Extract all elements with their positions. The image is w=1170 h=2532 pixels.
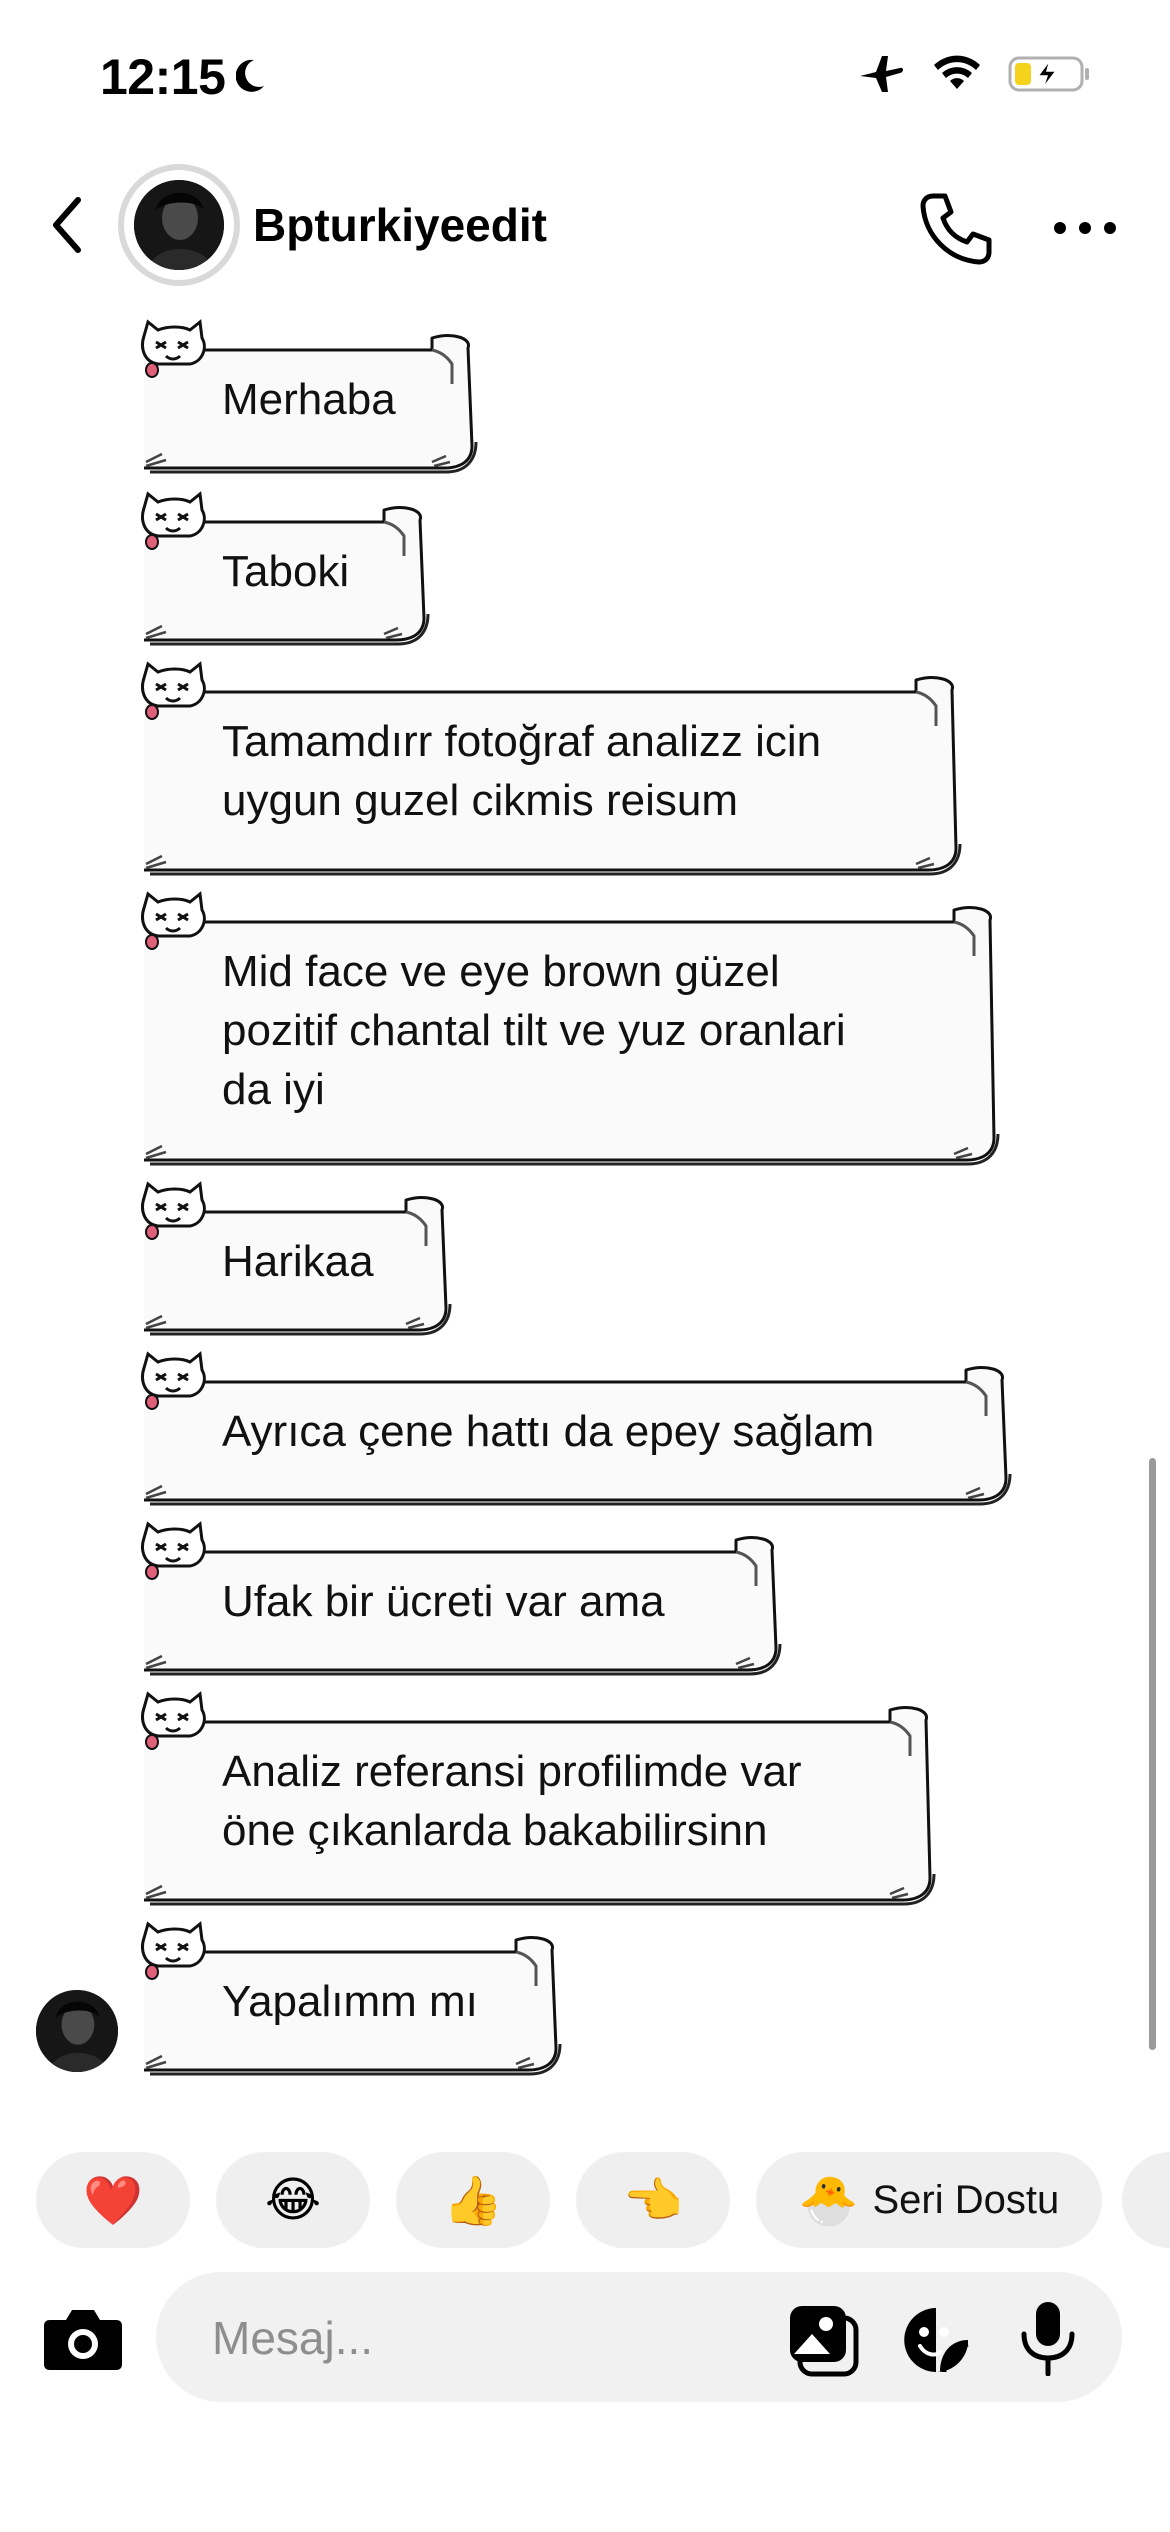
- laugh-emoji: 😂: [264, 2174, 322, 2227]
- message-text: Taboki: [222, 547, 350, 596]
- message-text: Ayrıca çene hattı da epey sağlam: [222, 1407, 875, 1456]
- message-text: Harikaa: [222, 1237, 374, 1286]
- more-options-button[interactable]: [1050, 208, 1120, 248]
- cat-doodle-icon: [141, 891, 206, 950]
- profile-avatar[interactable]: [118, 164, 240, 286]
- reaction-point[interactable]: 👈: [576, 2152, 730, 2248]
- scrollbar[interactable]: [1149, 1458, 1156, 2050]
- message-text: Merhaba: [222, 375, 396, 424]
- message-bubble[interactable]: Mid face ve eye brown güzel pozitif chan…: [141, 891, 1000, 1166]
- wifi-icon: [934, 55, 980, 89]
- status-time: 12:15: [100, 49, 226, 105]
- phone-icon: [920, 193, 992, 265]
- message-bubble[interactable]: Ufak bir ücreti var ama: [141, 1521, 782, 1676]
- message-text: Tamamdırr fotoğraf analizz icin uygun gu…: [222, 717, 822, 825]
- pointing-hand-emoji: 👈: [623, 2174, 683, 2228]
- message-bubble[interactable]: Tamamdırr fotoğraf analizz icin uygun gu…: [141, 661, 962, 876]
- reaction-laugh[interactable]: 😂: [216, 2152, 370, 2248]
- streak-buddy-label: Seri Dostu: [872, 2177, 1060, 2222]
- message-bubble[interactable]: Analiz referansi profilimde var öne çıka…: [141, 1691, 936, 1906]
- message-bubble[interactable]: Ayrıca çene hattı da epey sağlam: [141, 1351, 1012, 1506]
- quick-reactions-bar: ❤️ 😂 👍 👈 🐣 Seri Dostu: [36, 2152, 1170, 2248]
- message-bubble[interactable]: Yapalımm mı: [141, 1921, 562, 2076]
- message-bubble[interactable]: Taboki: [141, 491, 430, 646]
- message-text: Yapalımm mı: [222, 1977, 478, 2026]
- sender-avatar[interactable]: [36, 1990, 118, 2072]
- microphone-icon: [1021, 2302, 1075, 2376]
- camera-icon: [44, 2310, 122, 2370]
- cat-doodle-icon: [141, 1691, 206, 1750]
- camera-button[interactable]: [40, 2298, 126, 2378]
- status-bar: 12:15: [0, 0, 1170, 150]
- sticker-icon: [904, 2308, 969, 2373]
- cat-doodle-icon: [141, 1351, 206, 1410]
- call-button[interactable]: [915, 188, 995, 268]
- back-button[interactable]: [42, 190, 92, 260]
- thumbs-up-emoji: 👍: [443, 2174, 503, 2228]
- message-text: Mid face ve eye brown güzel pozitif chan…: [222, 947, 846, 1114]
- status-icons: [856, 52, 1092, 96]
- cat-doodle-icon: [141, 319, 206, 378]
- microphone-button[interactable]: [1018, 2300, 1078, 2376]
- reaction-streak-buddy[interactable]: 🐣 Seri Dostu: [756, 2152, 1102, 2248]
- chevron-left-icon: [53, 197, 81, 253]
- heart-emoji: ❤️: [83, 2174, 143, 2228]
- message-bubble[interactable]: Merhaba: [141, 319, 478, 474]
- message-bubble[interactable]: Harikaa: [141, 1181, 452, 1336]
- airplane-icon: [860, 56, 903, 92]
- more-horizontal-icon: [1054, 222, 1116, 234]
- avatar-image: [134, 180, 224, 270]
- cat-doodle-icon: [141, 1181, 206, 1240]
- sticker-button[interactable]: [900, 2304, 972, 2376]
- cat-doodle-icon: [141, 491, 206, 550]
- cat-doodle-icon: [141, 1921, 206, 1980]
- reaction-heart[interactable]: ❤️: [36, 2152, 190, 2248]
- gallery-icon: [790, 2306, 859, 2377]
- message-text: Analiz referansi profilimde var öne çıka…: [222, 1747, 802, 1855]
- message-text: Ufak bir ücreti var ama: [222, 1577, 665, 1626]
- message-composer: [156, 2272, 1122, 2402]
- gallery-button[interactable]: [786, 2302, 862, 2378]
- reaction-thumbs-up[interactable]: 👍: [396, 2152, 550, 2248]
- message-list[interactable]: Merhaba Taboki Tamamdırr fotoğraf analizz …: [0, 300, 1170, 2080]
- cat-doodle-icon: [141, 1521, 206, 1580]
- cat-doodle-icon: [141, 661, 206, 720]
- message-input[interactable]: [210, 2302, 714, 2374]
- battery-charging-icon: [1008, 56, 1089, 92]
- chick-emoji: 🐣: [798, 2174, 859, 2228]
- contact-name[interactable]: Bpturkiyeedit: [253, 198, 547, 252]
- moon-icon: [236, 59, 264, 92]
- chat-header: Bpturkiyeedit: [0, 160, 1170, 290]
- reaction-more[interactable]: [1122, 2152, 1170, 2248]
